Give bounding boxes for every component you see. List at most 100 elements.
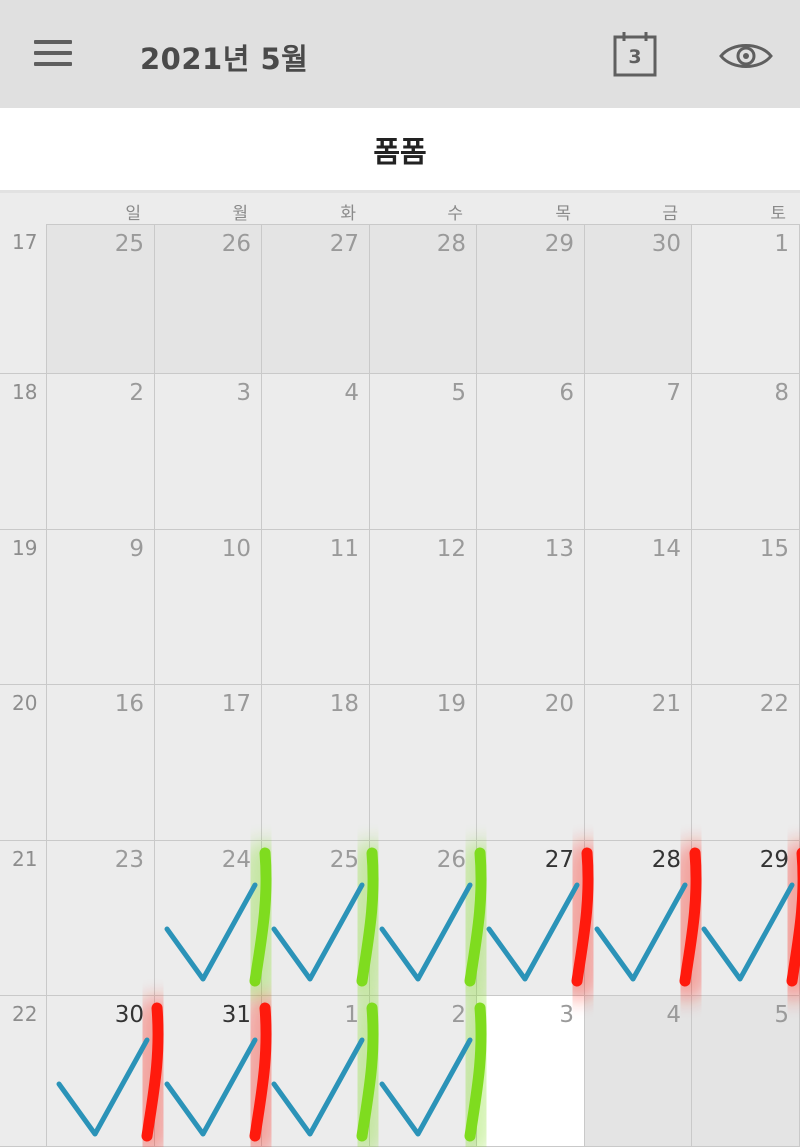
week-number: 22 xyxy=(12,1002,38,1026)
calendar-name: 폼폼 xyxy=(373,135,427,169)
day-cell[interactable]: 11 xyxy=(262,530,370,685)
day-cell[interactable]: 2 xyxy=(370,996,477,1147)
today-badge: 3 xyxy=(628,46,641,68)
week-number-cell: 21 xyxy=(0,841,47,996)
day-number: 3 xyxy=(236,380,251,406)
day-number: 3 xyxy=(559,1002,574,1028)
day-number: 13 xyxy=(544,536,574,562)
day-number: 31 xyxy=(221,1002,251,1028)
day-cell[interactable]: 31 xyxy=(155,996,262,1147)
week-number: 18 xyxy=(12,380,38,404)
day-cell[interactable]: 13 xyxy=(477,530,585,685)
day-cell[interactable]: 7 xyxy=(585,374,692,530)
calendar-name-bar: 폼폼 xyxy=(0,108,800,190)
weekday-label: 토 xyxy=(770,204,786,224)
day-cell[interactable]: 25 xyxy=(47,224,155,374)
day-cell[interactable]: 18 xyxy=(262,685,370,841)
day-cell[interactable]: 28 xyxy=(370,224,477,374)
day-number: 14 xyxy=(651,536,681,562)
day-number: 25 xyxy=(114,231,144,257)
day-number: 28 xyxy=(651,847,681,873)
day-cell[interactable]: 23 xyxy=(47,841,155,996)
day-number: 29 xyxy=(544,231,574,257)
day-cell[interactable]: 29 xyxy=(692,841,800,996)
day-cell[interactable]: 14 xyxy=(585,530,692,685)
day-cell[interactable]: 3 xyxy=(477,996,585,1147)
hamburger-menu-icon[interactable] xyxy=(34,38,74,68)
week-number-cell: 18 xyxy=(0,374,47,530)
day-number: 29 xyxy=(759,847,789,873)
day-number: 23 xyxy=(114,847,144,873)
day-cell[interactable]: 10 xyxy=(155,530,262,685)
weekday-label: 일 xyxy=(125,204,141,224)
day-number: 2 xyxy=(451,1002,466,1028)
day-number: 24 xyxy=(221,847,251,873)
day-number: 12 xyxy=(436,536,466,562)
day-cell[interactable]: 15 xyxy=(692,530,800,685)
day-number: 28 xyxy=(436,231,466,257)
day-cell[interactable]: 12 xyxy=(370,530,477,685)
week-number: 17 xyxy=(12,230,38,254)
day-cell[interactable]: 1 xyxy=(692,224,800,374)
day-cell[interactable]: 28 xyxy=(585,841,692,996)
day-cell[interactable]: 5 xyxy=(370,374,477,530)
day-number: 26 xyxy=(221,231,251,257)
day-cell[interactable]: 26 xyxy=(155,224,262,374)
day-cell[interactable]: 27 xyxy=(262,224,370,374)
day-number: 1 xyxy=(774,231,789,257)
day-cell[interactable]: 4 xyxy=(262,374,370,530)
week-number-cell: 22 xyxy=(0,996,47,1147)
day-cell[interactable]: 21 xyxy=(585,685,692,841)
day-number: 10 xyxy=(221,536,251,562)
week-number: 19 xyxy=(12,536,38,560)
day-cell[interactable]: 24 xyxy=(155,841,262,996)
day-number: 18 xyxy=(329,691,359,717)
day-number: 5 xyxy=(774,1002,789,1028)
day-cell[interactable]: 4 xyxy=(585,996,692,1147)
weekday-header: 일월화수목금토 xyxy=(0,190,800,224)
day-number: 25 xyxy=(329,847,359,873)
week-number: 21 xyxy=(12,847,38,871)
month-title[interactable]: 2021년 5월 xyxy=(140,36,308,78)
app-toolbar: 2021년 5월 3 xyxy=(0,0,800,108)
day-number: 20 xyxy=(544,691,574,717)
day-number: 11 xyxy=(329,536,359,562)
day-cell[interactable]: 30 xyxy=(47,996,155,1147)
day-cell[interactable]: 5 xyxy=(692,996,800,1147)
day-cell[interactable]: 25 xyxy=(262,841,370,996)
weekday-label: 목 xyxy=(555,204,571,224)
day-number: 16 xyxy=(114,691,144,717)
week-number-cell: 17 xyxy=(0,224,47,374)
day-cell[interactable]: 16 xyxy=(47,685,155,841)
eye-icon[interactable] xyxy=(718,36,774,76)
day-cell[interactable]: 22 xyxy=(692,685,800,841)
day-cell[interactable]: 20 xyxy=(477,685,585,841)
day-cell[interactable]: 26 xyxy=(370,841,477,996)
day-cell[interactable]: 6 xyxy=(477,374,585,530)
day-number: 27 xyxy=(544,847,574,873)
week-number-cell: 19 xyxy=(0,530,47,685)
day-number: 15 xyxy=(759,536,789,562)
day-cell[interactable]: 8 xyxy=(692,374,800,530)
day-cell[interactable]: 1 xyxy=(262,996,370,1147)
day-number: 1 xyxy=(344,1002,359,1028)
day-number: 9 xyxy=(129,536,144,562)
day-number: 30 xyxy=(651,231,681,257)
day-cell[interactable]: 9 xyxy=(47,530,155,685)
weekday-label: 금 xyxy=(662,204,678,224)
day-cell[interactable]: 27 xyxy=(477,841,585,996)
day-number: 30 xyxy=(114,1002,144,1028)
day-number: 8 xyxy=(774,380,789,406)
calendar-today-icon[interactable]: 3 xyxy=(612,30,658,78)
day-number: 21 xyxy=(651,691,681,717)
weekday-label: 월 xyxy=(232,204,248,224)
month-grid: 17 25 26 27 28 29 30 1 18 2 3 4 5 6 7 8 19 9 10 11 12 13 14 15 2… xyxy=(0,224,800,1147)
day-cell[interactable]: 2 xyxy=(47,374,155,530)
weekday-label: 화 xyxy=(340,204,356,224)
day-cell[interactable]: 30 xyxy=(585,224,692,374)
day-cell[interactable]: 19 xyxy=(370,685,477,841)
day-cell[interactable]: 17 xyxy=(155,685,262,841)
day-cell[interactable]: 29 xyxy=(477,224,585,374)
day-number: 22 xyxy=(759,691,789,717)
day-cell[interactable]: 3 xyxy=(155,374,262,530)
